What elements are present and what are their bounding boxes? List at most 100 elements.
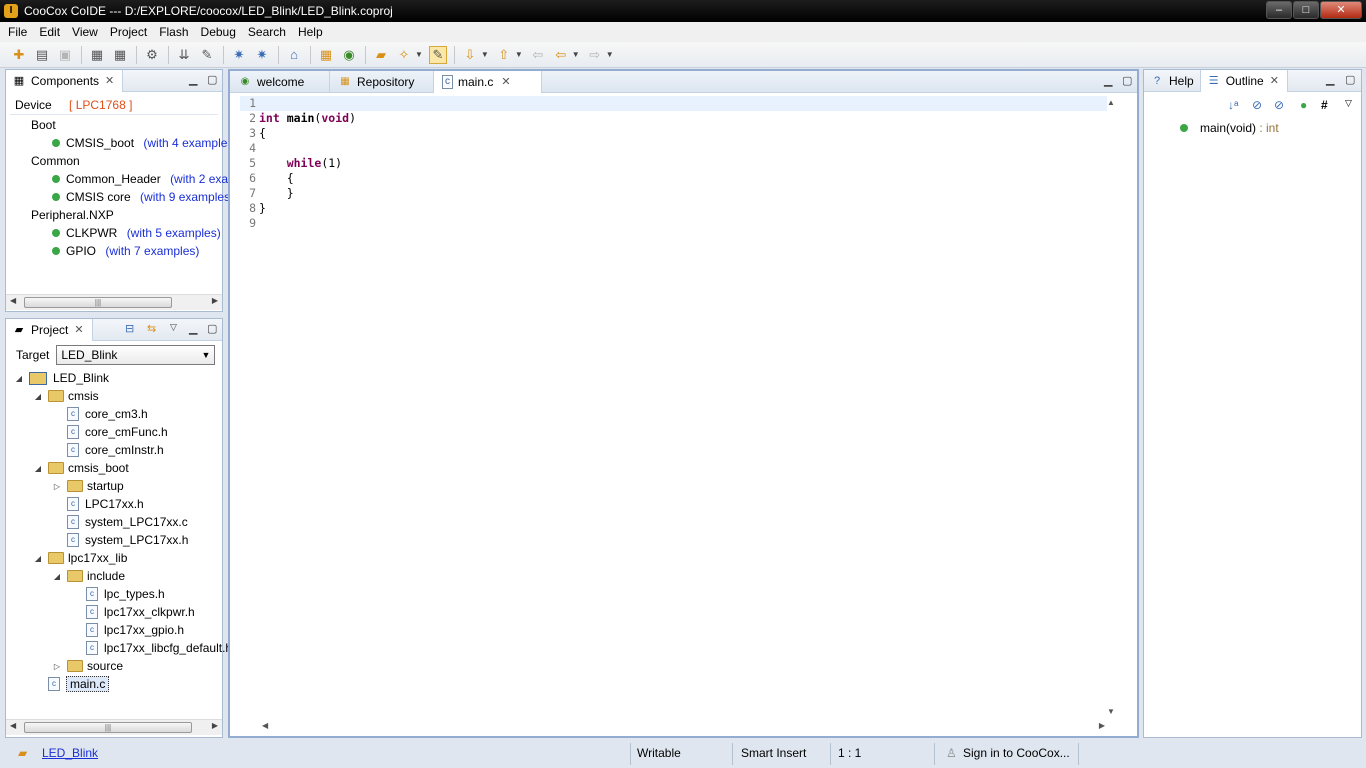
collapsed-arrow-icon[interactable]: ▷ bbox=[52, 662, 62, 671]
tree-item[interactable]: ◢ include bbox=[52, 567, 125, 585]
scroll-left-icon[interactable]: ◀ bbox=[10, 721, 16, 730]
code-editor[interactable]: 1 2 int main(void) 3{ 4 5 while(1) 6 { 7 … bbox=[240, 96, 1107, 718]
expanded-arrow-icon[interactable]: ◢ bbox=[33, 392, 43, 401]
maximize-icon[interactable]: ▢ bbox=[1122, 74, 1132, 87]
tab-main-c[interactable]: c main.c ✕ bbox=[434, 70, 542, 93]
browse-icon[interactable]: ◉ bbox=[340, 46, 358, 64]
menu-project[interactable]: Project bbox=[104, 25, 153, 39]
tab-help[interactable]: ? Help bbox=[1144, 69, 1201, 92]
debug-settings-icon[interactable]: ✷ bbox=[253, 46, 271, 64]
vertical-scrollbar[interactable]: ▲ ▼ bbox=[1107, 96, 1117, 718]
examples-link[interactable]: (with 4 examples) bbox=[143, 136, 237, 150]
target-select[interactable]: LED_Blink ▼ bbox=[56, 345, 216, 365]
horizontal-scrollbar[interactable]: ◀ ▶ bbox=[260, 720, 1107, 734]
component-item[interactable]: CMSIS_boot (with 4 examples) bbox=[52, 136, 237, 150]
next-annotation-icon[interactable]: ⇩ bbox=[461, 46, 479, 64]
menu-file[interactable]: File bbox=[2, 25, 33, 39]
scroll-left-icon[interactable]: ◀ bbox=[10, 296, 16, 305]
tree-item[interactable]: c lpc17xx_libcfg_default.h bbox=[71, 639, 232, 657]
expanded-arrow-icon[interactable]: ◢ bbox=[33, 554, 43, 563]
scroll-left-icon[interactable]: ◀ bbox=[262, 721, 268, 730]
scroll-right-icon[interactable]: ▶ bbox=[212, 721, 218, 730]
chevron-down-icon[interactable]: ▼ bbox=[572, 50, 580, 59]
tree-item[interactable]: ▷ startup bbox=[52, 477, 124, 495]
tree-item[interactable]: c lpc17xx_gpio.h bbox=[71, 621, 184, 639]
tree-item[interactable]: c lpc17xx_clkpwr.h bbox=[71, 603, 195, 621]
toggle-mark-icon[interactable]: ✎ bbox=[428, 45, 447, 64]
expanded-arrow-icon[interactable]: ◢ bbox=[14, 374, 24, 383]
minimize-icon[interactable]: ▁ bbox=[189, 73, 197, 86]
forward-icon[interactable]: ⇨ bbox=[586, 46, 604, 64]
examples-link[interactable]: (with 7 examples) bbox=[105, 244, 199, 258]
scroll-thumb[interactable]: ||| bbox=[24, 722, 192, 733]
maximize-icon[interactable]: ▢ bbox=[207, 322, 217, 335]
hide-macros-icon[interactable]: # bbox=[1321, 98, 1328, 112]
close-icon[interactable]: ✕ bbox=[501, 75, 510, 88]
tree-item[interactable]: ◢ LED_Blink bbox=[14, 369, 109, 387]
minimize-icon[interactable]: ▁ bbox=[189, 322, 197, 335]
close-icon[interactable]: ✕ bbox=[105, 74, 114, 87]
view-menu-icon[interactable]: ▽ bbox=[1345, 98, 1352, 109]
component-item[interactable]: CMSIS core (with 9 examples) bbox=[52, 190, 234, 204]
component-item[interactable]: GPIO (with 7 examples) bbox=[52, 244, 199, 258]
minimize-icon[interactable]: ▁ bbox=[1326, 73, 1334, 86]
debug-icon[interactable]: ✷ bbox=[230, 46, 248, 64]
prev-annotation-icon[interactable]: ⇧ bbox=[495, 46, 513, 64]
sign-in-link[interactable]: Sign in to CooCox... bbox=[963, 746, 1070, 760]
close-icon[interactable]: ✕ bbox=[1270, 74, 1279, 87]
scroll-down-icon[interactable]: ▼ bbox=[1107, 707, 1115, 716]
tree-item[interactable]: c LPC17xx.h bbox=[52, 495, 144, 513]
tree-item[interactable]: c core_cmInstr.h bbox=[52, 441, 164, 459]
chevron-down-icon[interactable]: ▼ bbox=[606, 50, 614, 59]
tree-item[interactable]: ▷ source bbox=[52, 657, 123, 675]
outline-item[interactable]: main(void) : int bbox=[1180, 121, 1279, 135]
configure-icon[interactable]: ⚙ bbox=[143, 46, 161, 64]
last-edit-icon[interactable]: ⇦ bbox=[529, 46, 547, 64]
tree-item[interactable]: c lpc_types.h bbox=[71, 585, 165, 603]
close-button[interactable]: ✕ bbox=[1320, 1, 1362, 19]
tab-components[interactable]: ▦ Components ✕ bbox=[6, 69, 124, 92]
project-link[interactable]: LED_Blink bbox=[42, 746, 98, 760]
hide-fields-icon[interactable]: ⊘ bbox=[1252, 98, 1262, 112]
expanded-arrow-icon[interactable]: ◢ bbox=[52, 572, 62, 581]
new-project-icon[interactable]: ✚ bbox=[10, 46, 28, 64]
save-icon[interactable]: ▣ bbox=[56, 46, 74, 64]
horizontal-scrollbar[interactable]: ◀ ||| ▶ bbox=[6, 719, 222, 735]
tab-project[interactable]: ▰ Project ✕ bbox=[6, 318, 93, 341]
tree-item[interactable]: c system_LPC17xx.c bbox=[52, 513, 188, 531]
menu-view[interactable]: View bbox=[66, 25, 104, 39]
menu-search[interactable]: Search bbox=[242, 25, 292, 39]
device-value[interactable]: [ LPC1768 ] bbox=[69, 98, 132, 112]
close-icon[interactable]: ✕ bbox=[74, 323, 83, 336]
chevron-down-icon[interactable]: ▼ bbox=[415, 50, 423, 59]
home-icon[interactable]: ⌂ bbox=[285, 46, 303, 64]
open-folder-icon[interactable]: ▰ bbox=[372, 46, 390, 64]
tab-outline[interactable]: ☰ Outline ✕ bbox=[1200, 69, 1288, 92]
tree-item[interactable]: ◢ lpc17xx_lib bbox=[33, 549, 127, 567]
scroll-right-icon[interactable]: ▶ bbox=[1099, 721, 1105, 730]
collapsed-arrow-icon[interactable]: ▷ bbox=[52, 482, 62, 491]
new-file-icon[interactable]: ▤ bbox=[33, 46, 51, 64]
tree-item[interactable]: c core_cmFunc.h bbox=[52, 423, 168, 441]
repository-icon[interactable]: ▦ bbox=[317, 46, 335, 64]
maximize-button[interactable]: □ bbox=[1293, 1, 1319, 19]
maximize-icon[interactable]: ▢ bbox=[207, 73, 217, 86]
menu-flash[interactable]: Flash bbox=[153, 25, 194, 39]
collapse-all-icon[interactable]: ⊟ bbox=[125, 322, 134, 335]
chevron-down-icon[interactable]: ▼ bbox=[481, 50, 489, 59]
tab-repository[interactable]: ▦ Repository bbox=[330, 70, 434, 93]
minimize-button[interactable]: – bbox=[1266, 1, 1292, 19]
tree-item[interactable]: c core_cm3.h bbox=[52, 405, 148, 423]
minimize-icon[interactable]: ▁ bbox=[1104, 74, 1112, 87]
tree-item[interactable]: c main.c bbox=[33, 675, 110, 693]
scroll-up-icon[interactable]: ▲ bbox=[1107, 98, 1115, 107]
examples-link[interactable]: (with 9 examples) bbox=[140, 190, 234, 204]
horizontal-scrollbar[interactable]: ◀ ||| ▶ bbox=[6, 294, 222, 310]
maximize-icon[interactable]: ▢ bbox=[1345, 73, 1355, 86]
component-item[interactable]: CLKPWR (with 5 examples) bbox=[52, 226, 221, 240]
tree-item[interactable]: c system_LPC17xx.h bbox=[52, 531, 188, 549]
hide-static-icon[interactable]: ⊘ bbox=[1274, 98, 1284, 112]
download-icon[interactable]: ⇊ bbox=[175, 46, 193, 64]
view-menu-icon[interactable]: ▽ bbox=[170, 322, 177, 333]
menu-debug[interactable]: Debug bbox=[195, 25, 242, 39]
